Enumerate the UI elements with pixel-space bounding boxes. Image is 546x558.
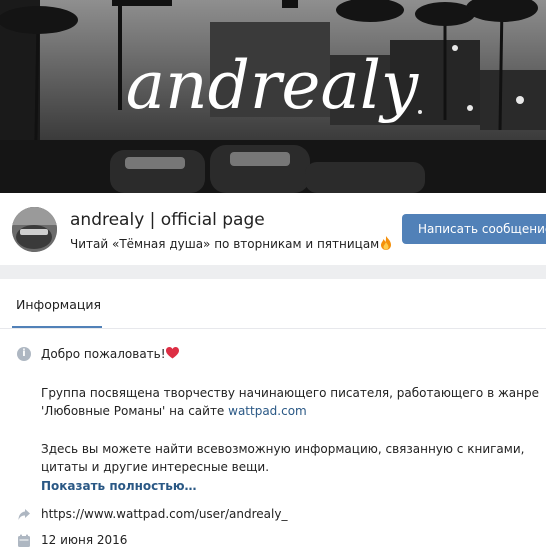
show-more-link[interactable]: Показать полностью… xyxy=(41,479,197,493)
group-status-text: Читай «Тёмная душа» по вторникам и пятни… xyxy=(70,237,380,251)
section-gap xyxy=(0,265,546,279)
tab-information-label: Информация xyxy=(16,297,102,312)
avatar-image xyxy=(12,207,57,252)
website-link[interactable]: https://www.wattpad.com/user/andrealy_ xyxy=(41,507,287,521)
description-line-1: Группа посвящена творчеству начинающего … xyxy=(41,386,539,400)
info-icon: i xyxy=(17,347,31,361)
share-arrow-icon xyxy=(18,509,30,520)
founded-date: 12 июня 2016 xyxy=(41,533,128,547)
cover-logo-text: andrealy xyxy=(126,47,419,124)
tab-information[interactable]: Информация xyxy=(12,279,102,328)
calendar-icon xyxy=(18,534,30,547)
fire-icon xyxy=(381,236,392,250)
description-line-2: 'Любовные Романы' на сайте wattpad.com xyxy=(41,404,307,418)
info-block: Информация i Добро пожаловать! Группа по… xyxy=(0,279,546,558)
wattpad-link[interactable]: wattpad.com xyxy=(228,404,307,418)
heart-icon xyxy=(165,347,179,359)
tab-divider xyxy=(0,328,546,329)
description-line-2-text: 'Любовные Романы' на сайте xyxy=(41,404,229,418)
description-line-4: цитаты и другие интересные вещи. xyxy=(41,460,270,474)
cover-photo: andrealy xyxy=(0,0,546,193)
group-status: Читай «Тёмная душа» по вторникам и пятни… xyxy=(70,236,393,251)
group-avatar[interactable] xyxy=(12,207,57,252)
group-header: andrealy | official page Читай «Тёмная д… xyxy=(0,193,546,265)
description-greeting: Добро пожаловать! xyxy=(41,347,179,361)
group-name: andrealy | official page xyxy=(70,210,265,230)
description-line-3: Здесь вы можете найти всевозможную инфор… xyxy=(41,442,525,456)
write-message-button[interactable]: Написать сообщение xyxy=(402,214,546,244)
greeting-text: Добро пожаловать! xyxy=(41,347,166,361)
cover-image: andrealy xyxy=(0,0,546,193)
